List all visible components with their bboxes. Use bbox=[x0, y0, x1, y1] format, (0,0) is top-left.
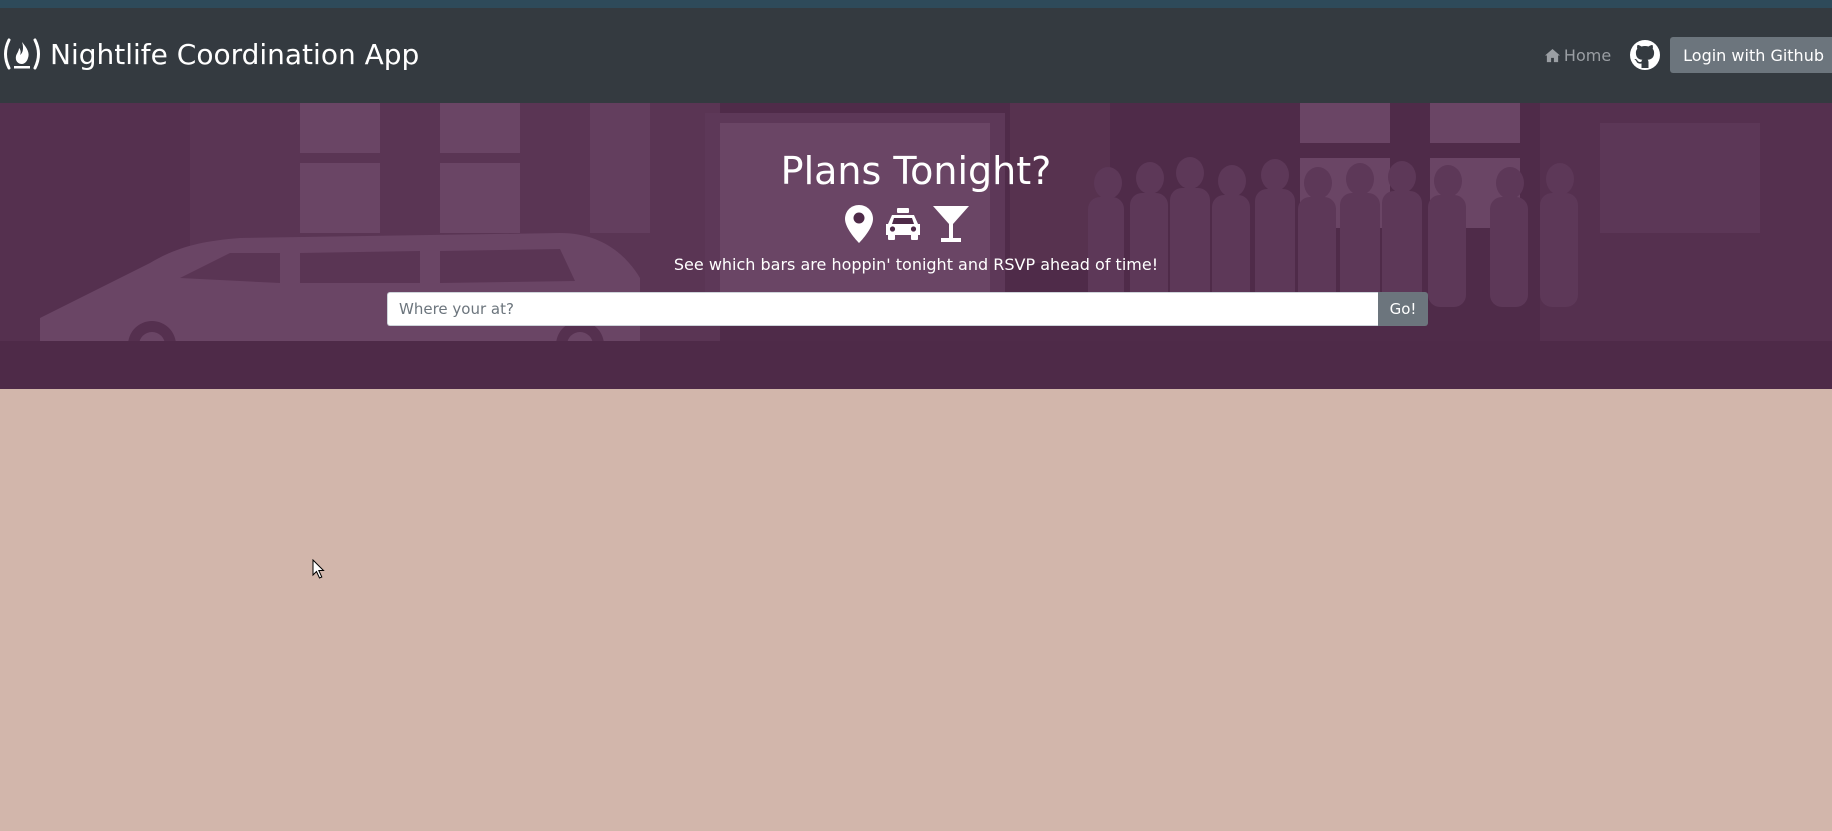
taxi-icon bbox=[886, 208, 920, 240]
hero-subtitle: See which bars are hoppin' tonight and R… bbox=[673, 255, 1159, 274]
location-search-input[interactable] bbox=[387, 292, 1378, 326]
nav-home-label: Home bbox=[1563, 45, 1612, 65]
nightlife-street-background bbox=[0, 103, 1832, 389]
hero-title: Plans Tonight? bbox=[780, 149, 1052, 193]
navbar: Nightlife Coordination App Home Login wi… bbox=[0, 8, 1832, 103]
map-marker-icon bbox=[845, 205, 873, 243]
brand[interactable]: Nightlife Coordination App bbox=[0, 34, 419, 74]
search-form: Go! bbox=[387, 292, 1428, 326]
nav-right: Home Login with Github bbox=[1544, 37, 1832, 73]
hero-icons bbox=[844, 203, 970, 245]
freecodecamp-flame-icon bbox=[4, 38, 40, 70]
home-icon bbox=[1544, 48, 1560, 62]
go-button[interactable]: Go! bbox=[1378, 292, 1428, 326]
brand-title: Nightlife Coordination App bbox=[50, 37, 420, 71]
nav-home-link[interactable]: Home bbox=[1544, 46, 1611, 65]
github-icon[interactable] bbox=[1629, 39, 1661, 71]
browser-top-strip bbox=[0, 0, 1832, 8]
login-with-github-button[interactable]: Login with Github bbox=[1670, 37, 1832, 73]
mouse-cursor-icon bbox=[312, 559, 325, 579]
cocktail-icon bbox=[933, 206, 969, 242]
hero-banner: Plans Tonight? See which bars are hoppin… bbox=[0, 103, 1832, 389]
